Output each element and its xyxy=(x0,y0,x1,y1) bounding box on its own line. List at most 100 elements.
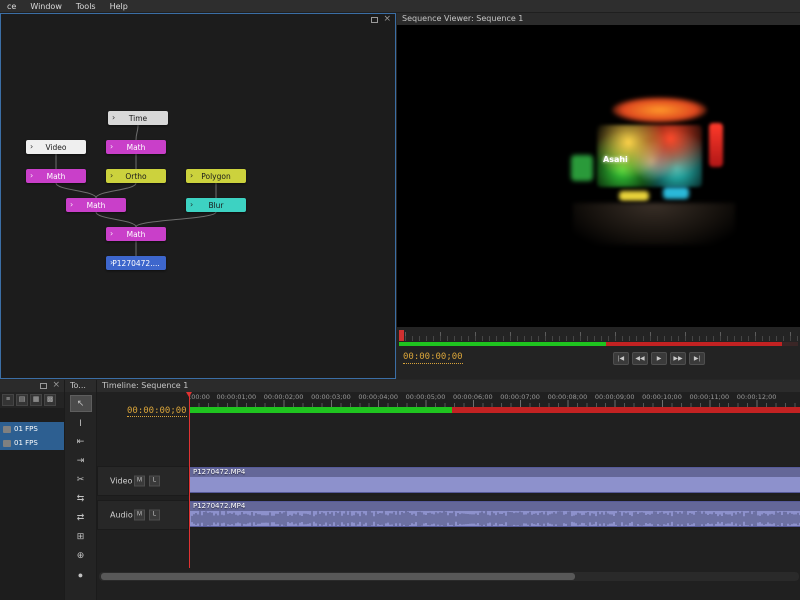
application-window: ceWindowToolsHelp ›Time›Video›Math›Math›… xyxy=(0,0,800,600)
track-lane: P1270472.MP4 xyxy=(189,500,800,530)
zoom-tool-button[interactable]: ⊕ xyxy=(70,547,92,564)
tool-column: ↖ I ⇤ ⇥ ✂ ⇆ ⇄ ⊞ ⊕ ● xyxy=(65,392,96,584)
node-expand-icon[interactable]: › xyxy=(110,172,113,180)
node-editor-panel: ›Time›Video›Math›Math›Ortho›Polygon›Math… xyxy=(0,13,396,379)
thumbnail-view-icon[interactable]: ▩ xyxy=(44,394,56,406)
node-media[interactable]: ›P1270472.... xyxy=(106,256,166,270)
play-button[interactable]: ▶ xyxy=(651,352,667,365)
viewer-ruler[interactable] xyxy=(399,330,798,341)
track-header: Video 1ML xyxy=(97,466,189,496)
clip-audio[interactable]: P1270472.MP4 xyxy=(189,501,800,527)
icon-view-icon[interactable]: ▦ xyxy=(30,394,42,406)
node-expand-icon[interactable]: › xyxy=(70,201,73,209)
tools-panel-title: To... xyxy=(65,380,96,392)
node-time[interactable]: › Time xyxy=(108,111,168,125)
node-expand-icon[interactable]: › xyxy=(110,259,113,267)
node-expand-icon[interactable]: › xyxy=(30,143,33,151)
scrollbar-thumb[interactable] xyxy=(101,573,575,580)
node-label: Math xyxy=(127,230,146,239)
node-expand-icon[interactable]: › xyxy=(112,114,115,122)
menu-item-help[interactable]: Help xyxy=(103,2,135,11)
track-video: Video 1MLP1270472.MP4 xyxy=(97,466,800,496)
slide-tool-button[interactable]: ⇄ xyxy=(70,509,92,526)
neon-green-sign xyxy=(571,155,593,181)
viewer-timecode[interactable]: 00:00:00;00 xyxy=(403,352,463,364)
project-media-list: 01 FPS01 FPS xyxy=(0,408,64,600)
prev-frame-button[interactable]: ◀◀ xyxy=(632,352,648,365)
viewer-cache-bar xyxy=(399,342,798,346)
project-panel-corner-icons: × xyxy=(40,382,60,389)
media-thumbnail-icon xyxy=(3,440,11,447)
menu-item-ce[interactable]: ce xyxy=(0,2,23,11)
media-thumbnail-icon xyxy=(3,426,11,433)
node-label: Video xyxy=(45,143,66,152)
node-ortho[interactable]: › Ortho xyxy=(106,169,166,183)
track-lane: P1270472.MP4 xyxy=(189,466,800,496)
close-panel-icon[interactable]: × xyxy=(383,16,391,23)
node-expand-icon[interactable]: › xyxy=(110,143,113,151)
node-expand-icon[interactable]: › xyxy=(190,172,193,180)
go-to-start-button[interactable]: |◀ xyxy=(613,352,629,365)
menu-bar: ceWindowToolsHelp xyxy=(0,0,800,13)
menu-item-window[interactable]: Window xyxy=(23,2,69,11)
ripple-tool-button[interactable]: ⇤ xyxy=(70,433,92,450)
hand-tool-button[interactable]: ⊞ xyxy=(70,528,92,545)
tree-view-icon[interactable]: ≡ xyxy=(2,394,14,406)
viewer-title: Sequence Viewer: Sequence 1 xyxy=(397,13,800,25)
node-canvas: ›Time›Video›Math›Math›Ortho›Polygon›Math… xyxy=(1,14,395,378)
node-expand-icon[interactable]: › xyxy=(190,201,193,209)
razor-tool-button[interactable]: ✂ xyxy=(70,471,92,488)
record-tool-button[interactable]: ● xyxy=(70,566,92,583)
timeline-panel: Timeline: Sequence 1 00:00:00;00 ;00:000… xyxy=(96,380,800,600)
viewer-playhead-marker[interactable] xyxy=(399,330,404,341)
node-label: Blur xyxy=(208,201,223,210)
viewer-cache-uncached xyxy=(606,342,782,346)
mute-button[interactable]: M xyxy=(134,510,145,521)
pointer-tool-button[interactable]: ↖ xyxy=(70,395,92,412)
clip-label: P1270472.MP4 xyxy=(190,502,800,511)
menu-item-tools[interactable]: Tools xyxy=(69,2,103,11)
node-polygon[interactable]: › Polygon xyxy=(186,169,246,183)
neon-red-sign xyxy=(709,123,723,167)
sequence-viewer-panel: Sequence Viewer: Sequence 1 Asahi 00:00:… xyxy=(397,13,800,379)
media-item-label: 01 FPS xyxy=(14,422,38,436)
node-label: Math xyxy=(87,201,106,210)
lock-button[interactable]: L xyxy=(149,510,160,521)
timeline-playhead[interactable] xyxy=(189,392,190,568)
slip-tool-button[interactable]: ⇆ xyxy=(70,490,92,507)
node-expand-icon[interactable]: › xyxy=(30,172,33,180)
go-to-end-button[interactable]: ▶| xyxy=(689,352,705,365)
clip-video[interactable]: P1270472.MP4 xyxy=(189,467,800,493)
node-label: Polygon xyxy=(201,172,230,181)
node-label: P1270472.... xyxy=(112,259,159,268)
node-expand-icon[interactable]: › xyxy=(110,230,113,238)
project-panel-header: × xyxy=(0,380,64,392)
list-view-icon[interactable]: ▤ xyxy=(16,394,28,406)
tools-panel: To... ↖ I ⇤ ⇥ ✂ ⇆ ⇄ ⊞ ⊕ ● xyxy=(64,380,96,600)
node-blur[interactable]: › Blur xyxy=(186,198,246,212)
rolling-tool-button[interactable]: ⇥ xyxy=(70,452,92,469)
node-video[interactable]: › Video xyxy=(26,140,86,154)
timeline-tracks: Video 1MLP1270472.MP4Audio 1MLP1270472.M… xyxy=(97,380,800,600)
node-label: Time xyxy=(129,114,147,123)
mute-button[interactable]: M xyxy=(134,476,145,487)
float-panel-icon[interactable] xyxy=(40,383,47,389)
node-math1[interactable]: ›Math xyxy=(106,140,166,154)
float-panel-icon[interactable] xyxy=(371,17,378,23)
node-label: Ortho xyxy=(125,172,146,181)
project-media-item[interactable]: 01 FPS xyxy=(0,436,64,450)
neon-yellow-sign xyxy=(619,191,649,201)
project-media-item[interactable]: 01 FPS xyxy=(0,422,64,436)
node-math2[interactable]: ›Math xyxy=(26,169,86,183)
media-item-label: 01 FPS xyxy=(14,436,38,450)
lock-button[interactable]: L xyxy=(149,476,160,487)
edit-tool-button[interactable]: I xyxy=(70,414,92,431)
next-frame-button[interactable]: ▶▶ xyxy=(670,352,686,365)
timeline-horizontal-scrollbar[interactable] xyxy=(99,572,799,581)
close-panel-icon[interactable]: × xyxy=(52,382,60,389)
node-math3[interactable]: › Math xyxy=(66,198,126,212)
node-math4[interactable]: › Math xyxy=(106,227,166,241)
project-panel: × ≡▤▦▩ 01 FPS01 FPS xyxy=(0,380,64,600)
track-audio: Audio 1MLP1270472.MP4 xyxy=(97,500,800,530)
video-crowd-silhouette xyxy=(573,203,735,245)
